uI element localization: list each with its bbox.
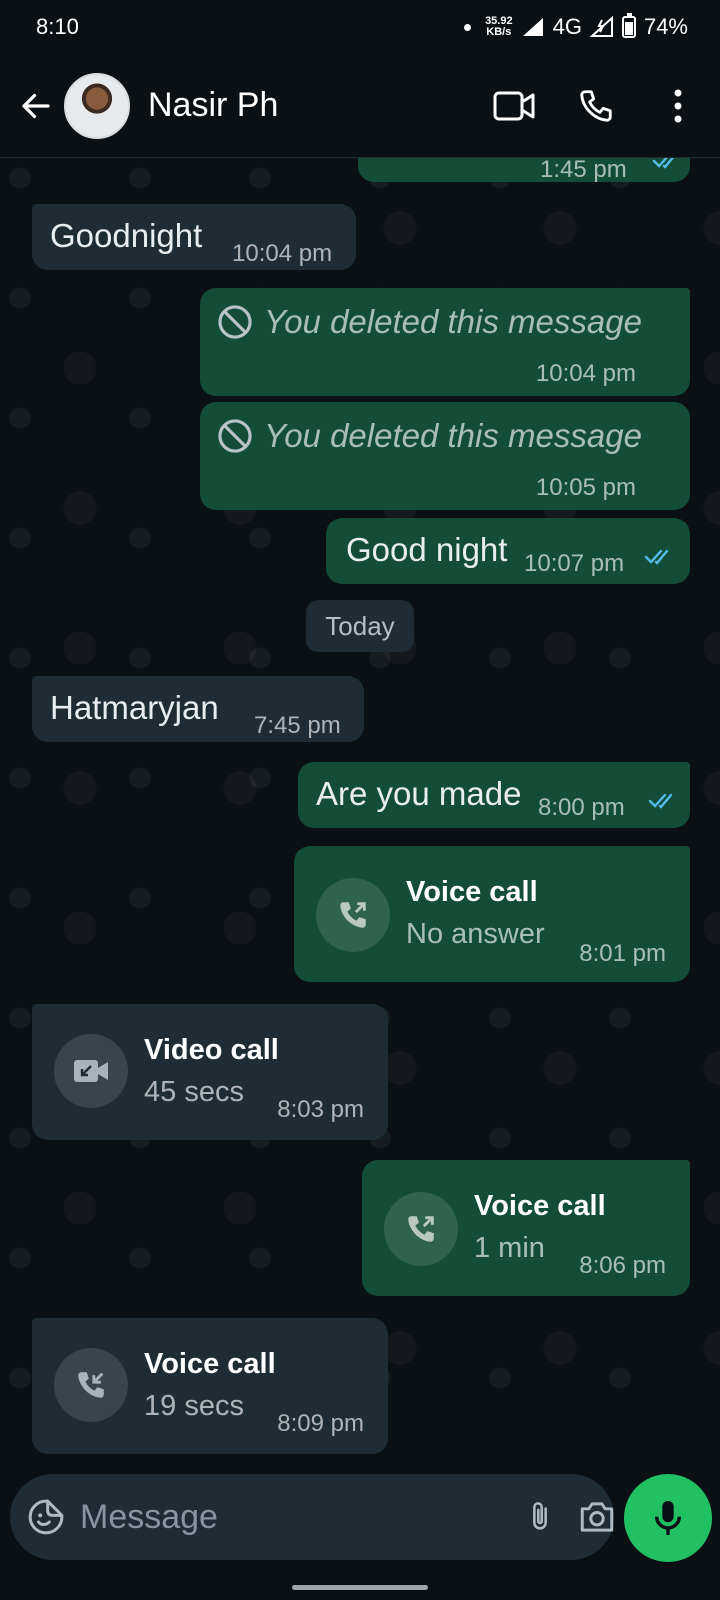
call-time: 8:03 pm bbox=[277, 1096, 364, 1123]
call-log-incoming[interactable]: Voice call 19 secs 8:09 pm bbox=[32, 1318, 388, 1454]
microphone-icon bbox=[654, 1501, 682, 1535]
blocked-icon bbox=[218, 305, 252, 339]
deleted-row: You deleted this message bbox=[216, 302, 642, 342]
read-ticks-icon bbox=[652, 158, 675, 169]
message-text: Kia hal ha bbox=[376, 158, 523, 166]
call-time: 8:06 pm bbox=[579, 1252, 666, 1279]
message-text: Hatmaryjan bbox=[50, 689, 219, 726]
attach-button[interactable] bbox=[523, 1489, 557, 1545]
voice-record-button[interactable] bbox=[624, 1474, 712, 1562]
message-time: 7:45 pm bbox=[254, 712, 341, 739]
call-log-incoming[interactable]: Video call 45 secs 8:03 pm bbox=[32, 1004, 388, 1140]
system-nav-bar bbox=[0, 1568, 720, 1600]
message-time: 1:45 pm bbox=[540, 158, 627, 183]
incoming-video-call-icon bbox=[74, 1060, 108, 1082]
notification-dot-icon bbox=[464, 23, 472, 31]
message-composer bbox=[10, 1474, 614, 1560]
camera-icon bbox=[580, 1502, 614, 1532]
contact-avatar[interactable] bbox=[64, 72, 130, 139]
call-subtitle: 1 min bbox=[474, 1232, 545, 1264]
message-outgoing[interactable]: Good night 10:07 pm bbox=[326, 518, 690, 584]
chat-area[interactable]: Kia hal ha 1:45 pm Goodnight 10:04 pm Yo… bbox=[0, 158, 720, 1468]
voice-call-button[interactable] bbox=[566, 76, 626, 136]
battery-level: 74% bbox=[643, 14, 688, 39]
more-options-button[interactable] bbox=[648, 76, 708, 136]
message-text: Good night bbox=[346, 531, 508, 568]
call-icon-circle bbox=[316, 878, 390, 952]
message-text: Goodnight bbox=[50, 217, 203, 254]
call-log-outgoing[interactable]: Voice call 1 min 8:06 pm bbox=[362, 1160, 690, 1296]
deleted-row: You deleted this message bbox=[216, 416, 642, 456]
video-call-icon bbox=[493, 91, 535, 120]
camera-button[interactable] bbox=[577, 1489, 617, 1545]
message-deleted[interactable]: You deleted this message 10:05 pm bbox=[200, 402, 690, 510]
home-indicator[interactable] bbox=[292, 1585, 428, 1590]
back-arrow-icon bbox=[22, 93, 50, 118]
signal-secondary-icon bbox=[589, 16, 613, 37]
message-time: 8:00 pm bbox=[538, 794, 625, 821]
message-deleted[interactable]: You deleted this message 10:04 pm bbox=[200, 288, 690, 396]
read-ticks-icon bbox=[648, 793, 673, 809]
date-separator: Today bbox=[306, 600, 414, 652]
message-time: 10:04 pm bbox=[232, 240, 333, 267]
call-icon-circle bbox=[54, 1034, 128, 1108]
outgoing-call-icon bbox=[340, 902, 366, 928]
message-outgoing[interactable]: Kia hal ha 1:45 pm bbox=[358, 158, 690, 183]
chat-header: Nasir Ph bbox=[0, 54, 720, 158]
sticker-button[interactable] bbox=[26, 1487, 66, 1547]
outgoing-call-icon bbox=[408, 1216, 434, 1242]
call-subtitle: 19 secs bbox=[144, 1390, 244, 1422]
message-time: 10:05 pm bbox=[535, 474, 636, 501]
video-call-button[interactable] bbox=[484, 76, 544, 136]
message-input[interactable] bbox=[76, 1487, 523, 1547]
read-ticks-icon bbox=[644, 549, 669, 565]
call-icon-circle bbox=[54, 1348, 128, 1422]
message-time: 10:07 pm bbox=[524, 550, 625, 577]
message-time: 10:04 pm bbox=[535, 360, 636, 387]
message-incoming[interactable]: Hatmaryjan 7:45 pm bbox=[32, 676, 364, 742]
call-log-outgoing[interactable]: Voice call No answer 8:01 pm bbox=[294, 846, 690, 982]
paperclip-icon bbox=[533, 1502, 547, 1530]
call-icon-circle bbox=[384, 1192, 458, 1266]
deleted-text: You deleted this message bbox=[264, 303, 642, 340]
status-bar: 8:10 35.92 KB/s 4G 74% bbox=[0, 0, 720, 54]
contact-name[interactable]: Nasir Ph bbox=[148, 86, 484, 125]
incoming-call-icon bbox=[78, 1372, 104, 1398]
more-vert-icon bbox=[674, 89, 682, 122]
signal-icon bbox=[522, 18, 543, 36]
network-speed-unit: KB/s bbox=[486, 26, 512, 38]
message-text: Are you made bbox=[316, 775, 522, 812]
call-subtitle: 45 secs bbox=[144, 1076, 244, 1108]
blocked-icon bbox=[218, 419, 252, 453]
network-speed: 35.92 KB/s bbox=[485, 16, 513, 38]
battery-icon bbox=[621, 13, 636, 38]
call-title: Voice call bbox=[144, 1348, 276, 1380]
call-time: 8:01 pm bbox=[579, 940, 666, 967]
call-title: Video call bbox=[144, 1034, 279, 1066]
message-incoming[interactable]: Goodnight 10:04 pm bbox=[32, 204, 356, 270]
call-title: Voice call bbox=[406, 876, 538, 908]
deleted-text: You deleted this message bbox=[264, 417, 642, 454]
network-type: 4G bbox=[552, 14, 582, 39]
call-title: Voice call bbox=[474, 1190, 606, 1222]
status-time: 8:10 bbox=[36, 14, 79, 39]
status-icons: 35.92 KB/s 4G 74% bbox=[464, 13, 688, 40]
message-outgoing[interactable]: Are you made 8:00 pm bbox=[298, 762, 690, 828]
call-subtitle: No answer bbox=[406, 918, 545, 950]
back-button[interactable] bbox=[8, 78, 64, 134]
call-time: 8:09 pm bbox=[277, 1410, 364, 1437]
sticker-icon bbox=[28, 1499, 64, 1535]
phone-icon bbox=[580, 89, 612, 122]
